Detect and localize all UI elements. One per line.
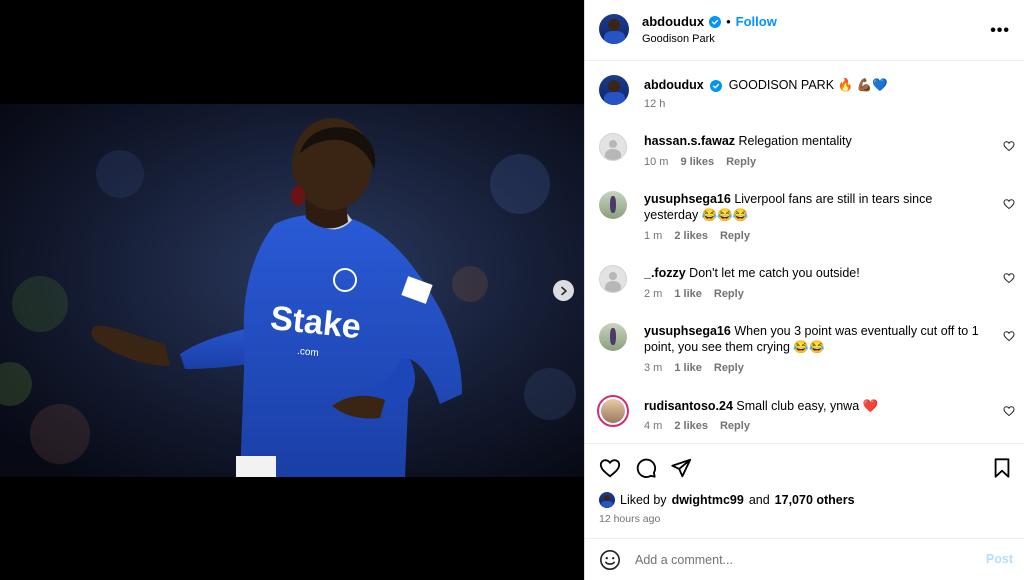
author-username[interactable]: abdoudux xyxy=(642,14,704,29)
caption-meta: 12 h xyxy=(644,98,665,110)
like-comment-heart-icon[interactable] xyxy=(1003,405,1015,417)
reply-button[interactable]: Reply xyxy=(720,230,750,242)
liked-by-user[interactable]: dwightmc99 xyxy=(672,493,744,507)
comment-text: yusuphsega16 Liverpool fans are still in… xyxy=(644,191,987,223)
like-heart-icon[interactable] xyxy=(599,457,621,479)
like-comment-heart-icon[interactable] xyxy=(1003,140,1015,152)
header-separator: • xyxy=(726,14,731,29)
post-header-user: abdoudux • Follow xyxy=(642,14,777,29)
comment-body: Small club easy, ynwa ❤️ xyxy=(736,399,879,413)
follow-button[interactable]: Follow xyxy=(736,14,777,29)
share-paper-plane-icon[interactable] xyxy=(670,457,692,479)
like-comment-heart-icon[interactable] xyxy=(1003,198,1015,210)
like-comment-heart-icon[interactable] xyxy=(1003,272,1015,284)
comment-username[interactable]: _.fozzy xyxy=(644,266,686,280)
comment-username[interactable]: rudisantoso.24 xyxy=(644,399,733,413)
comment-meta: 2 m 1 like Reply xyxy=(644,288,744,300)
caption-body: GOODISON PARK 🔥 💪🏾💙 xyxy=(728,78,888,92)
comment-bubble-icon[interactable] xyxy=(635,457,657,479)
chevron-right-icon xyxy=(560,286,567,295)
comment-likes[interactable]: 2 likes xyxy=(674,230,708,242)
post-photo[interactable]: Stake .com xyxy=(0,104,584,477)
comment-body: Don't let me catch you outside! xyxy=(689,266,860,280)
author-avatar[interactable] xyxy=(599,75,629,105)
comment-likes[interactable]: 2 likes xyxy=(674,420,708,432)
player-photo-illustration: Stake .com xyxy=(0,104,584,477)
comment-row: hassan.s.fawaz Relegation mentality 10 m… xyxy=(585,131,1024,175)
caption-username[interactable]: abdoudux xyxy=(644,78,704,92)
comment-likes[interactable]: 9 likes xyxy=(680,156,714,168)
post-side-panel: abdoudux • Follow Goodison Park ••• abdo… xyxy=(584,0,1024,580)
comment-row: yusuphsega16 When you 3 point was eventu… xyxy=(585,321,1024,377)
post-location[interactable]: Goodison Park xyxy=(642,33,715,45)
comment-text: yusuphsega16 When you 3 point was eventu… xyxy=(644,323,987,355)
author-avatar[interactable] xyxy=(599,14,629,44)
liked-by-and: and xyxy=(748,493,770,507)
commenter-avatar-with-story[interactable] xyxy=(597,395,629,427)
liker-avatar[interactable] xyxy=(599,492,615,508)
comment-meta: 1 m 2 likes Reply xyxy=(644,230,750,242)
comment-likes[interactable]: 1 like xyxy=(674,288,702,300)
comment-likes[interactable]: 1 like xyxy=(674,362,702,374)
reply-button[interactable]: Reply xyxy=(720,420,750,432)
commenter-avatar[interactable] xyxy=(599,191,627,219)
post-header: abdoudux • Follow Goodison Park ••• xyxy=(585,0,1024,61)
comment-meta: 4 m 2 likes Reply xyxy=(644,420,750,432)
comment-age: 1 m xyxy=(644,230,663,242)
post-actions: Liked by dwightmc99 and 17,070 others 12… xyxy=(585,443,1024,538)
commenter-avatar[interactable] xyxy=(599,323,627,351)
carousel-next-button[interactable] xyxy=(553,280,574,301)
comment-age: 4 m xyxy=(644,420,663,432)
save-bookmark-icon[interactable] xyxy=(991,457,1013,479)
reply-button[interactable]: Reply xyxy=(714,288,744,300)
verified-badge-icon xyxy=(710,80,723,92)
comment-meta: 10 m 9 likes Reply xyxy=(644,156,756,168)
liked-by-prefix: Liked by xyxy=(620,493,667,507)
comment-row: yusuphsega16 Liverpool fans are still in… xyxy=(585,189,1024,245)
reply-button[interactable]: Reply xyxy=(726,156,756,168)
comment-body: Relegation mentality xyxy=(738,134,852,148)
caption-text: abdoudux GOODISON PARK 🔥 💪🏾💙 xyxy=(644,77,987,93)
comment-meta: 3 m 1 like Reply xyxy=(644,362,744,374)
post-timestamp[interactable]: 12 hours ago xyxy=(599,513,660,525)
comment-age: 2 m xyxy=(644,288,663,300)
like-comment-heart-icon[interactable] xyxy=(1003,330,1015,342)
emoji-icon[interactable] xyxy=(599,549,621,571)
comment-age: 3 m xyxy=(644,362,663,374)
comment-row: rudisantoso.24 Small club easy, ynwa ❤️ … xyxy=(585,395,1024,439)
comment-input[interactable] xyxy=(635,548,965,572)
post-caption: abdoudux GOODISON PARK 🔥 💪🏾💙 12 h xyxy=(585,73,1024,125)
comment-composer: Post xyxy=(585,538,1024,580)
caption-age: 12 h xyxy=(644,98,666,110)
comment-row: _.fozzy Don't let me catch you outside! … xyxy=(585,263,1024,307)
comment-username[interactable]: yusuphsega16 xyxy=(644,192,731,206)
comment-age: 10 m xyxy=(644,156,669,168)
likes-summary: Liked by dwightmc99 and 17,070 others xyxy=(599,492,855,508)
comment-text: hassan.s.fawaz Relegation mentality xyxy=(644,133,987,149)
comment-text: rudisantoso.24 Small club easy, ynwa ❤️ xyxy=(644,398,987,414)
comments-list[interactable]: abdoudux GOODISON PARK 🔥 💪🏾💙 12 h hassan… xyxy=(585,61,1024,443)
comment-username[interactable]: hassan.s.fawaz xyxy=(644,134,735,148)
reply-button[interactable]: Reply xyxy=(714,362,744,374)
commenter-avatar[interactable] xyxy=(599,133,627,161)
comment-username[interactable]: yusuphsega16 xyxy=(644,324,731,338)
svg-text:.com: .com xyxy=(297,346,320,359)
more-options-icon[interactable]: ••• xyxy=(990,22,1010,40)
verified-badge-icon xyxy=(709,15,722,28)
media-pane: Stake .com xyxy=(0,0,584,580)
post-comment-button[interactable]: Post xyxy=(986,552,1013,566)
comment-text: _.fozzy Don't let me catch you outside! xyxy=(644,265,987,281)
commenter-avatar[interactable] xyxy=(599,265,627,293)
liked-by-others[interactable]: 17,070 others xyxy=(775,493,855,507)
